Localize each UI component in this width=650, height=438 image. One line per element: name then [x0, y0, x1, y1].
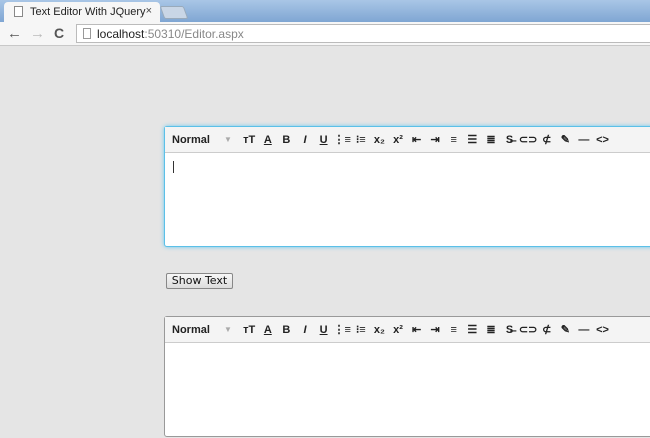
close-tab-icon[interactable]: × [146, 5, 152, 17]
indent-icon[interactable]: ⇥ [426, 133, 445, 146]
tab-strip: Text Editor With JQuery × [0, 0, 650, 23]
outdent-icon[interactable]: ⇤ [407, 133, 426, 146]
address-bar[interactable]: localhost:50310/Editor.aspx [76, 24, 650, 43]
horizontal-rule-icon[interactable]: — [575, 134, 594, 146]
source-icon[interactable]: <> [593, 134, 612, 146]
align-left-icon[interactable]: ≡ [444, 324, 463, 336]
indent-icon[interactable]: ⇥ [426, 323, 445, 336]
align-right-icon[interactable]: ≣ [482, 323, 501, 336]
page-icon [83, 28, 91, 39]
align-left-icon[interactable]: ≡ [444, 134, 463, 146]
subscript-icon[interactable]: x₂ [370, 134, 389, 146]
align-right-icon[interactable]: ≣ [482, 133, 501, 146]
unlink-icon[interactable]: ⊄ [537, 133, 556, 146]
source-icon[interactable]: <> [593, 324, 612, 336]
outdent-icon[interactable]: ⇤ [407, 323, 426, 336]
font-color-icon[interactable]: A [259, 324, 278, 336]
unordered-list-icon[interactable]: ⁝≡ [351, 323, 370, 336]
page-icon [14, 6, 23, 17]
reload-icon[interactable]: C [54, 25, 64, 41]
chevron-down-icon[interactable]: ▼ [224, 135, 232, 144]
italic-icon[interactable]: I [296, 134, 315, 146]
format-dropdown[interactable]: Normal [172, 134, 224, 146]
back-icon[interactable]: ← [7, 25, 22, 42]
url-host: localhost [97, 27, 145, 41]
ordered-list-icon[interactable]: ⋮≡ [333, 133, 352, 146]
browser-toolbar: ← → C localhost:50310/Editor.aspx [0, 22, 650, 46]
format-dropdown[interactable]: Normal [172, 324, 224, 336]
link-icon[interactable]: ⊂⊃ [519, 133, 538, 146]
clear-format-icon[interactable]: ✎ [556, 323, 575, 336]
underline-icon[interactable]: U [314, 134, 333, 146]
font-color-icon[interactable]: A [259, 134, 278, 146]
editor-toolbar: Normal ▼ тT A B I U ⋮≡ ⁝≡ x₂ x² ⇤ ⇥ ≡ ☰ ≣ S̶ ⊂⊃ ⊄ ✎ — <> [165, 317, 650, 343]
ordered-list-icon[interactable]: ⋮≡ [333, 323, 352, 336]
tab-title: Text Editor With JQuery [30, 6, 146, 18]
underline-icon[interactable]: U [314, 324, 333, 336]
new-tab-button[interactable] [159, 6, 189, 19]
bold-icon[interactable]: B [277, 324, 296, 336]
clear-format-icon[interactable]: ✎ [556, 133, 575, 146]
align-center-icon[interactable]: ☰ [463, 323, 482, 336]
superscript-icon[interactable]: x² [389, 134, 408, 146]
text-cursor [173, 161, 174, 173]
font-size-icon[interactable]: тT [240, 134, 259, 146]
align-center-icon[interactable]: ☰ [463, 133, 482, 146]
show-text-button[interactable]: Show Text [166, 273, 233, 289]
editor-input[interactable]: Normal ▼ тT A B I U ⋮≡ ⁝≡ x₂ x² ⇤ ⇥ ≡ ☰ ≣ S̶ ⊂⊃ ⊄ ✎ — <> [164, 126, 650, 247]
chevron-down-icon[interactable]: ▼ [224, 325, 232, 334]
font-size-icon[interactable]: тT [240, 324, 259, 336]
horizontal-rule-icon[interactable]: — [575, 324, 594, 336]
browser-tab[interactable]: Text Editor With JQuery × [4, 2, 160, 23]
forward-icon[interactable]: → [30, 25, 45, 42]
link-icon[interactable]: ⊂⊃ [519, 323, 538, 336]
unlink-icon[interactable]: ⊄ [537, 323, 556, 336]
italic-icon[interactable]: I [296, 324, 315, 336]
editor-output[interactable]: Normal ▼ тT A B I U ⋮≡ ⁝≡ x₂ x² ⇤ ⇥ ≡ ☰ ≣ S̶ ⊂⊃ ⊄ ✎ — <> [164, 316, 650, 437]
editor-toolbar: Normal ▼ тT A B I U ⋮≡ ⁝≡ x₂ x² ⇤ ⇥ ≡ ☰ ≣ S̶ ⊂⊃ ⊄ ✎ — <> [165, 127, 650, 153]
superscript-icon[interactable]: x² [389, 324, 408, 336]
strikethrough-icon[interactable]: S̶ [500, 324, 519, 336]
subscript-icon[interactable]: x₂ [370, 324, 389, 336]
url-path: :50310/Editor.aspx [144, 27, 244, 41]
unordered-list-icon[interactable]: ⁝≡ [351, 133, 370, 146]
strikethrough-icon[interactable]: S̶ [500, 134, 519, 146]
bold-icon[interactable]: B [277, 134, 296, 146]
